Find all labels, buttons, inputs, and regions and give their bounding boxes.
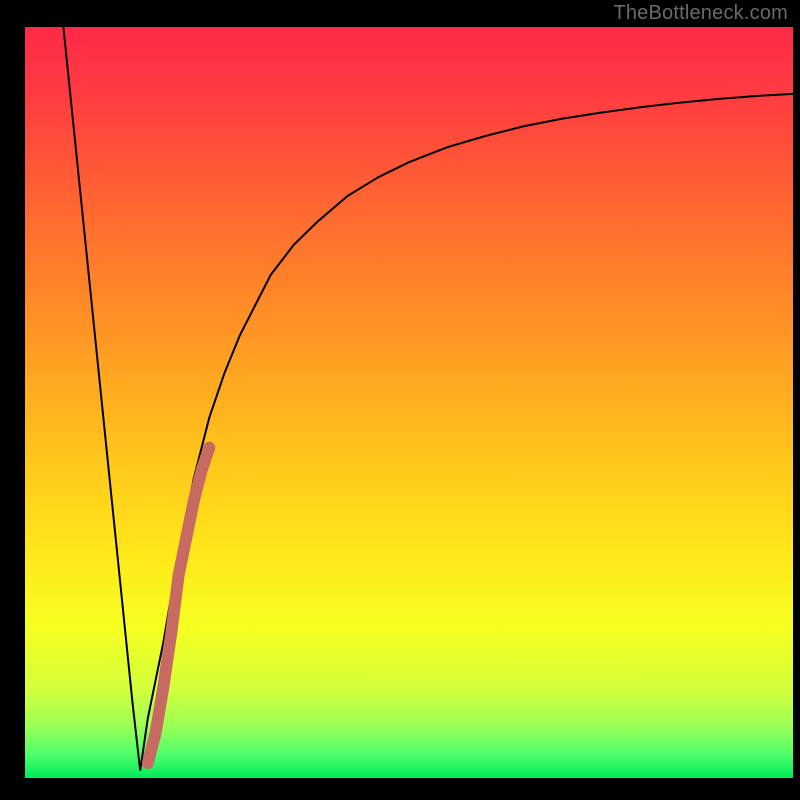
chart-container: TheBottleneck.com [0,0,800,800]
watermark-text: TheBottleneck.com [613,2,788,25]
bottleneck-chart [0,0,800,800]
plot-background [25,27,793,778]
